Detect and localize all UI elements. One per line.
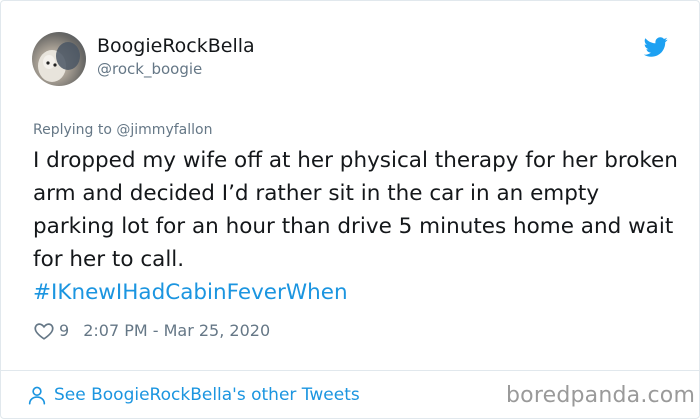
avatar-image bbox=[38, 42, 80, 82]
tweet-card: BoogieRockBella @rock_boogie Replying to… bbox=[0, 0, 700, 419]
heart-outline-icon[interactable] bbox=[33, 320, 55, 342]
reply-mention-link[interactable]: @jimmyfallon bbox=[116, 122, 212, 138]
timestamp[interactable]: 2:07 PM - Mar 25, 2020 bbox=[83, 319, 270, 343]
tweet-body: I dropped my wife off at her physical th… bbox=[33, 144, 678, 309]
tweet-text: I dropped my wife off at her physical th… bbox=[33, 148, 678, 272]
author-handle[interactable]: @rock_boogie bbox=[97, 59, 202, 79]
like-count[interactable]: 9 bbox=[59, 319, 69, 343]
footer-divider bbox=[1, 370, 700, 371]
see-other-tweets-link[interactable]: See BoogieRockBella's other Tweets bbox=[26, 382, 360, 408]
boredpanda-watermark: boredpanda.com bbox=[506, 383, 696, 408]
tweet-meta: 9 2:07 PM - Mar 25, 2020 bbox=[33, 319, 270, 343]
avatar[interactable] bbox=[32, 32, 86, 86]
twitter-bird-icon[interactable] bbox=[644, 35, 668, 59]
replying-to: Replying to @jimmyfallon bbox=[33, 121, 212, 139]
see-other-tweets-label[interactable]: See BoogieRockBella's other Tweets bbox=[54, 382, 360, 408]
person-icon bbox=[28, 386, 46, 405]
author-display-name[interactable]: BoogieRockBella bbox=[97, 34, 255, 58]
hashtag-link[interactable]: #IKnewIHadCabinFeverWhen bbox=[33, 280, 348, 305]
replying-prefix: Replying to bbox=[33, 122, 117, 138]
